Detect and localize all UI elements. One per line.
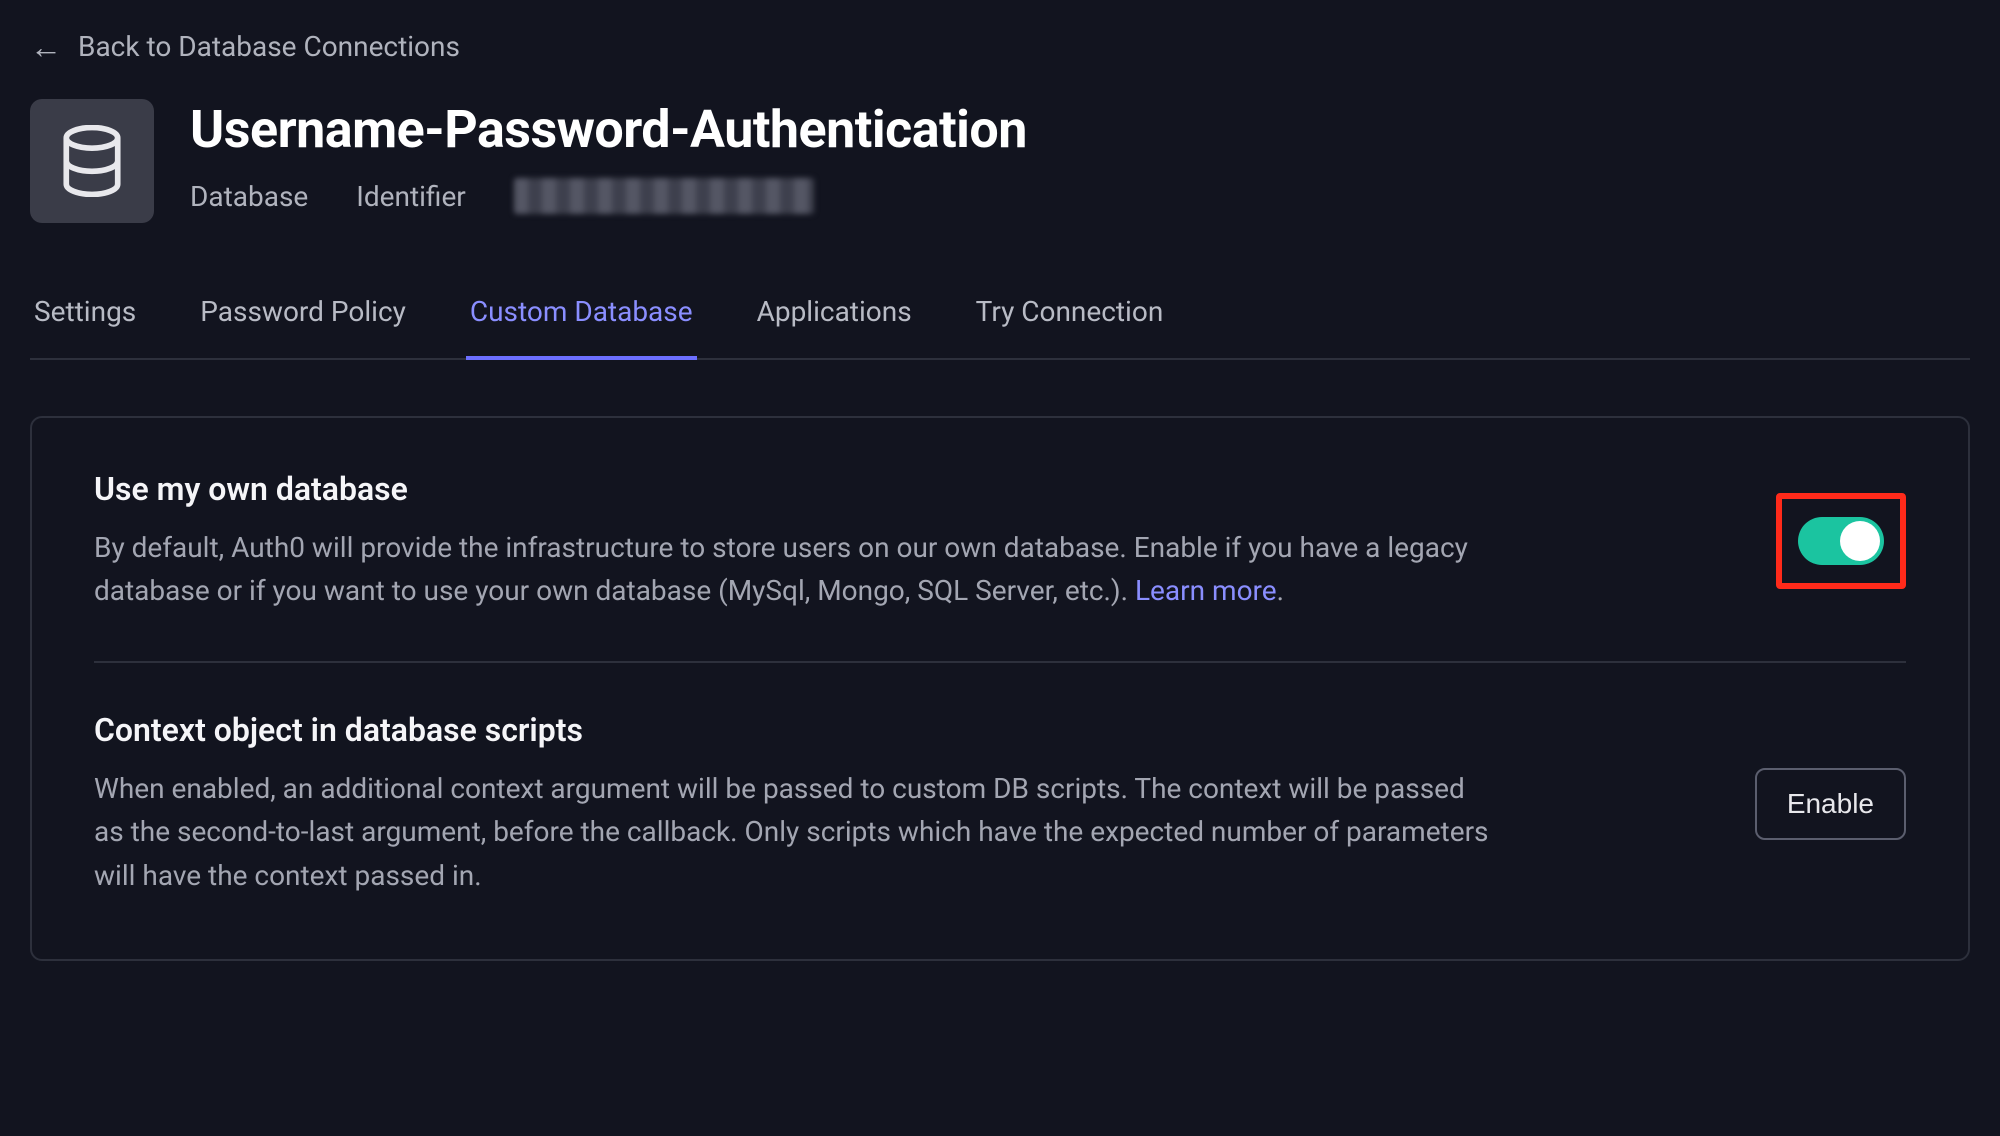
own-database-toggle[interactable] — [1798, 517, 1884, 565]
back-link-label: Back to Database Connections — [78, 30, 460, 63]
context-object-title: Context object in database scripts — [94, 711, 1494, 749]
own-database-description: By default, Auth0 will provide the infra… — [94, 526, 1494, 613]
database-icon — [30, 99, 154, 223]
section-divider — [94, 661, 1906, 663]
own-database-title: Use my own database — [94, 470, 1494, 508]
tab-bar: Settings Password Policy Custom Database… — [30, 295, 1970, 360]
settings-card: Use my own database By default, Auth0 wi… — [30, 416, 1970, 961]
arrow-left-icon: ← — [30, 31, 62, 63]
page-title: Username-Password-Authentication — [190, 99, 1027, 160]
identifier-label: Identifier — [356, 180, 466, 213]
learn-more-link[interactable]: Learn more — [1135, 574, 1277, 607]
connection-type-label: Database — [190, 180, 308, 213]
tab-applications[interactable]: Applications — [753, 295, 916, 360]
enable-context-button[interactable]: Enable — [1755, 768, 1906, 840]
toggle-highlight — [1776, 493, 1906, 589]
back-link[interactable]: ← Back to Database Connections — [30, 30, 460, 63]
tab-try-connection[interactable]: Try Connection — [972, 295, 1168, 360]
toggle-knob — [1840, 521, 1880, 561]
identifier-value-redacted — [514, 178, 814, 214]
page-header: Username-Password-Authentication Databas… — [30, 99, 1970, 223]
context-object-description: When enabled, an additional context argu… — [94, 767, 1494, 897]
own-database-row: Use my own database By default, Auth0 wi… — [94, 470, 1906, 613]
tab-password-policy[interactable]: Password Policy — [196, 295, 410, 360]
context-object-row: Context object in database scripts When … — [94, 711, 1906, 897]
tab-settings[interactable]: Settings — [30, 295, 140, 360]
tab-custom-database[interactable]: Custom Database — [466, 295, 697, 360]
